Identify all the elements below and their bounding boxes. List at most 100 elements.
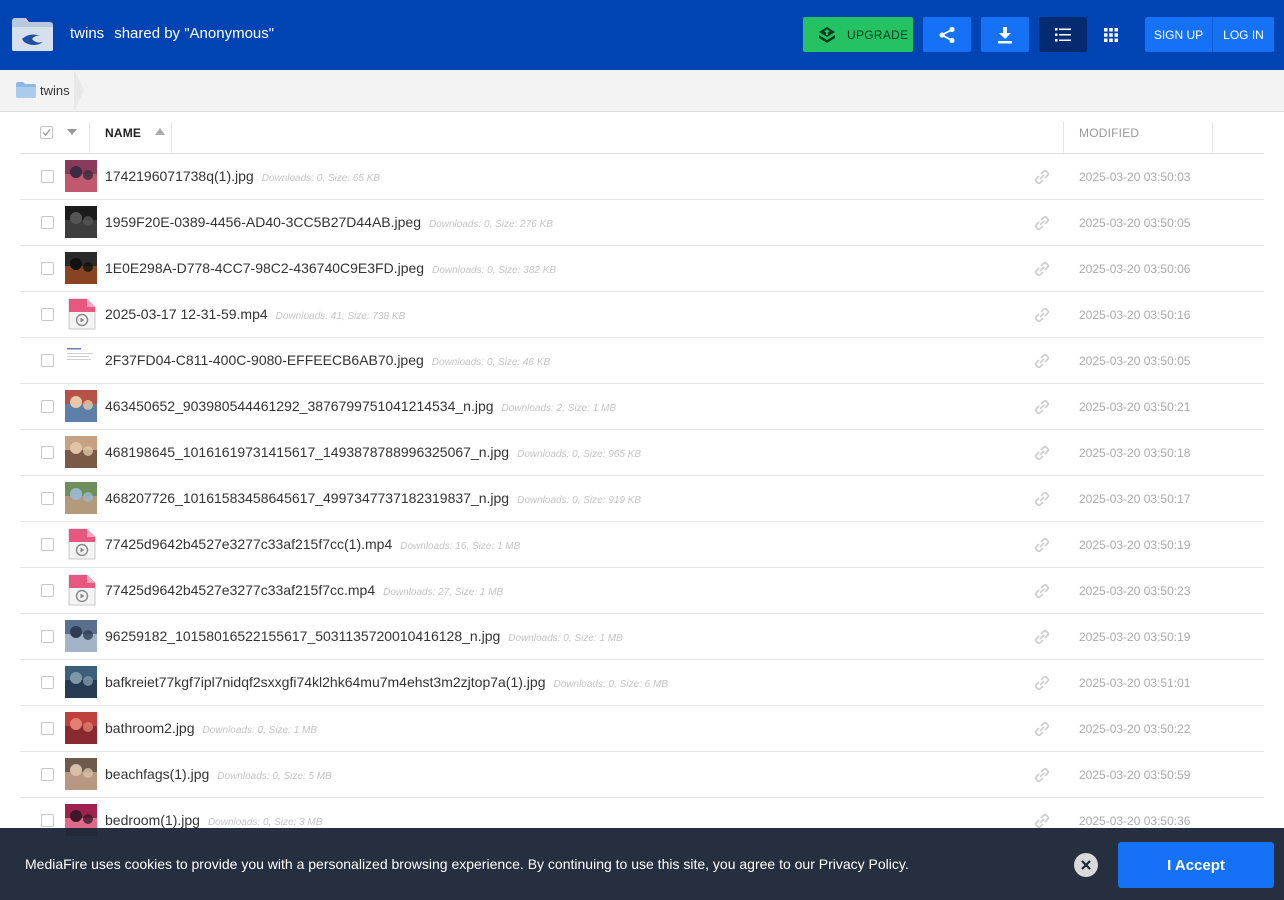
table-row[interactable]: beachfags(1).jpg Downloads: 0, Size: 5 MB… [20, 752, 1264, 798]
file-name[interactable]: 468207726_10161583458645617_499734773718… [105, 490, 509, 506]
image-thumbnail[interactable] [65, 252, 97, 284]
row-checkbox[interactable] [41, 676, 54, 689]
file-name-link[interactable]: 2025-03-17 12-31-59.mp4 Downloads: 41, Si… [105, 306, 405, 322]
table-row[interactable]: 468207726_10161583458645617_499734773718… [20, 476, 1264, 522]
copy-link-icon[interactable] [1034, 353, 1050, 369]
table-row[interactable]: 463450652_903980544461292_38767997510412… [20, 384, 1264, 430]
select-options-dropdown-icon[interactable] [67, 129, 77, 135]
file-name[interactable]: 1959F20E-0389-4456-AD40-3CC5B27D44AB.jpe… [105, 214, 421, 230]
file-name[interactable]: 468198645_10161619731415617_149387878899… [105, 444, 509, 460]
file-name[interactable]: 1E0E298A-D778-4CC7-98C2-436740C9E3FD.jpe… [105, 260, 424, 276]
file-name-link[interactable]: 1959F20E-0389-4456-AD40-3CC5B27D44AB.jpe… [105, 214, 553, 230]
image-thumbnail[interactable] [65, 666, 97, 698]
table-row[interactable]: 96259182_10158016522155617_5031135720010… [20, 614, 1264, 660]
file-name-link[interactable]: 2F37FD04-C811-400C-9080-EFFEECB6AB70.jpe… [105, 352, 550, 368]
image-thumbnail[interactable] [65, 620, 97, 652]
file-name-link[interactable]: 468198645_10161619731415617_149387878899… [105, 444, 641, 460]
file-name-link[interactable]: 463450652_903980544461292_38767997510412… [105, 398, 616, 414]
sort-ascending-icon[interactable] [155, 128, 165, 135]
image-thumbnail[interactable] [65, 160, 97, 192]
copy-link-icon[interactable] [1034, 675, 1050, 691]
video-file-icon[interactable] [65, 528, 97, 560]
table-row[interactable]: bathroom2.jpg Downloads: 0, Size: 1 MB 202… [20, 706, 1264, 752]
file-name[interactable]: bedroom(1).jpg [105, 812, 200, 828]
copy-link-icon[interactable] [1034, 767, 1050, 783]
row-checkbox[interactable] [41, 400, 54, 413]
upgrade-button[interactable]: UPGRADE [803, 17, 913, 52]
file-name[interactable]: 77425d9642b4527e3277c33af215f7cc.mp4 [105, 582, 375, 598]
row-checkbox[interactable] [41, 538, 54, 551]
table-row[interactable]: 77425d9642b4527e3277c33af215f7cc.mp4 Down… [20, 568, 1264, 614]
file-name-link[interactable]: 96259182_10158016522155617_5031135720010… [105, 628, 623, 644]
file-name[interactable]: 96259182_10158016522155617_5031135720010… [105, 628, 500, 644]
sign-up-button[interactable]: SIGN UP [1145, 17, 1212, 52]
image-thumbnail[interactable] [65, 758, 97, 790]
share-button[interactable] [923, 17, 971, 52]
row-checkbox[interactable] [41, 584, 54, 597]
accept-cookies-button[interactable]: I Accept [1118, 842, 1274, 888]
file-name-link[interactable]: bedroom(1).jpg Downloads: 0, Size: 3 MB [105, 812, 322, 828]
table-row[interactable]: bafkreiet77kgf7ipl7nidqf2sxxgfi74kl2hk64… [20, 660, 1264, 706]
copy-link-icon[interactable] [1034, 813, 1050, 829]
row-checkbox[interactable] [41, 308, 54, 321]
image-thumbnail[interactable] [65, 436, 97, 468]
image-thumbnail[interactable] [65, 390, 97, 422]
copy-link-icon[interactable] [1034, 399, 1050, 415]
file-name-link[interactable]: beachfags(1).jpg Downloads: 0, Size: 5 MB [105, 766, 332, 782]
list-view-button[interactable] [1039, 17, 1087, 52]
table-row[interactable]: 2025-03-17 12-31-59.mp4 Downloads: 41, Si… [20, 292, 1264, 338]
copy-link-icon[interactable] [1034, 261, 1050, 277]
copy-link-icon[interactable] [1034, 169, 1050, 185]
file-name[interactable]: bathroom2.jpg [105, 720, 195, 736]
row-checkbox[interactable] [41, 492, 54, 505]
table-row[interactable]: 468198645_10161619731415617_149387878899… [20, 430, 1264, 476]
copy-link-icon[interactable] [1034, 307, 1050, 323]
table-row[interactable]: 1742196071738q(1).jpg Downloads: 0, Size:… [20, 154, 1264, 200]
row-checkbox[interactable] [41, 262, 54, 275]
video-file-icon[interactable] [65, 298, 97, 330]
row-checkbox[interactable] [41, 216, 54, 229]
mediafire-logo-icon[interactable] [10, 15, 55, 53]
table-row[interactable]: 1959F20E-0389-4456-AD40-3CC5B27D44AB.jpe… [20, 200, 1264, 246]
breadcrumb-item-twins[interactable]: twins [0, 70, 84, 111]
file-name-link[interactable]: bathroom2.jpg Downloads: 0, Size: 1 MB [105, 720, 317, 736]
copy-link-icon[interactable] [1034, 445, 1050, 461]
file-name[interactable]: 463450652_903980544461292_38767997510412… [105, 398, 494, 414]
table-row[interactable]: 1E0E298A-D778-4CC7-98C2-436740C9E3FD.jpe… [20, 246, 1264, 292]
copy-link-icon[interactable] [1034, 721, 1050, 737]
file-name-link[interactable]: 1E0E298A-D778-4CC7-98C2-436740C9E3FD.jpe… [105, 260, 556, 276]
copy-link-icon[interactable] [1034, 583, 1050, 599]
copy-link-icon[interactable] [1034, 491, 1050, 507]
select-all-checkbox[interactable] [40, 126, 53, 139]
row-checkbox[interactable] [41, 814, 54, 827]
row-checkbox[interactable] [41, 446, 54, 459]
image-thumbnail[interactable] [65, 482, 97, 514]
row-checkbox[interactable] [41, 768, 54, 781]
file-name[interactable]: 77425d9642b4527e3277c33af215f7cc(1).mp4 [105, 536, 392, 552]
file-name[interactable]: bafkreiet77kgf7ipl7nidqf2sxxgfi74kl2hk64… [105, 674, 546, 690]
cookie-close-button[interactable] [1074, 853, 1098, 877]
copy-link-icon[interactable] [1034, 629, 1050, 645]
modified-column-header[interactable]: MODIFIED [1079, 126, 1139, 140]
row-checkbox[interactable] [41, 722, 54, 735]
table-row[interactable]: 77425d9642b4527e3277c33af215f7cc(1).mp4 D… [20, 522, 1264, 568]
download-button[interactable] [981, 17, 1029, 52]
table-row[interactable]: 2F37FD04-C811-400C-9080-EFFEECB6AB70.jpe… [20, 338, 1264, 384]
file-name[interactable]: beachfags(1).jpg [105, 766, 209, 782]
file-name-link[interactable]: 1742196071738q(1).jpg Downloads: 0, Size:… [105, 168, 380, 184]
file-name-link[interactable]: 468207726_10161583458645617_499734773718… [105, 490, 641, 506]
file-name[interactable]: 2F37FD04-C811-400C-9080-EFFEECB6AB70.jpe… [105, 352, 424, 368]
file-name-link[interactable]: 77425d9642b4527e3277c33af215f7cc.mp4 Down… [105, 582, 503, 598]
file-name-link[interactable]: 77425d9642b4527e3277c33af215f7cc(1).mp4 D… [105, 536, 520, 552]
grid-view-button[interactable] [1087, 17, 1135, 52]
row-checkbox[interactable] [41, 170, 54, 183]
file-name[interactable]: 1742196071738q(1).jpg [105, 168, 254, 184]
video-file-icon[interactable] [65, 574, 97, 606]
copy-link-icon[interactable] [1034, 537, 1050, 553]
image-thumbnail[interactable] [65, 344, 97, 376]
image-thumbnail[interactable] [65, 206, 97, 238]
log-in-button[interactable]: LOG IN [1212, 17, 1274, 52]
file-name-link[interactable]: bafkreiet77kgf7ipl7nidqf2sxxgfi74kl2hk64… [105, 674, 668, 690]
image-thumbnail[interactable] [65, 712, 97, 744]
copy-link-icon[interactable] [1034, 215, 1050, 231]
